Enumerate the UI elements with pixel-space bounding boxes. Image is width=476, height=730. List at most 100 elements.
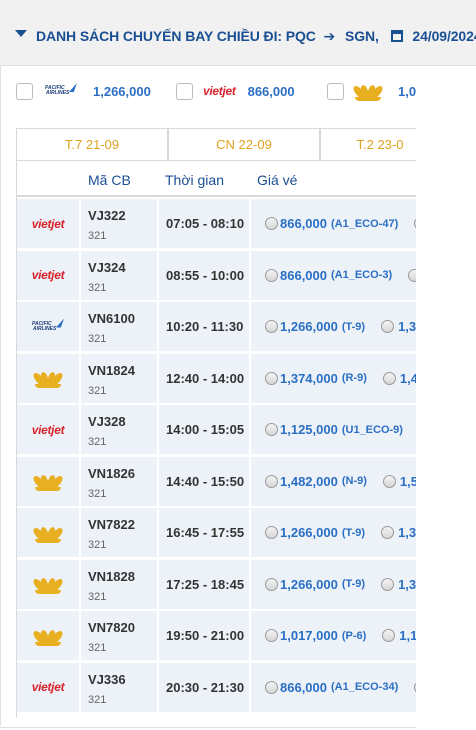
fare-radio[interactable]: [265, 577, 278, 591]
flight-code-cell: VN1824 321: [81, 353, 159, 403]
lotus-base: [35, 538, 61, 543]
vietnam-airlines-lotus-icon: [351, 81, 385, 101]
airline-checkbox[interactable]: [176, 82, 193, 100]
airline-filter-pacific[interactable]: PACIFIC AIRLINES 1,266,000: [16, 80, 151, 102]
flight-code-cell: VJ324 321: [81, 250, 159, 300]
fare-price[interactable]: 1,3: [398, 525, 416, 540]
next-fare-option[interactable]: 1,5: [382, 474, 417, 489]
aircraft-type: 321: [88, 590, 107, 603]
fare-radio[interactable]: [265, 268, 278, 282]
date-tab[interactable]: CN 22-09: [168, 128, 320, 161]
lotus-base: [35, 384, 61, 388]
vietjet-logo-icon: vietjet: [203, 84, 236, 98]
flight-row[interactable]: VN1824 321 12:40 - 14:00 1,374,000 (R-9)…: [17, 353, 417, 405]
fare-radio[interactable]: [382, 371, 396, 385]
flight-code: VJ324: [88, 259, 126, 275]
logo-wing: [69, 83, 77, 92]
fare-radio[interactable]: [382, 474, 396, 488]
fare-radio[interactable]: [381, 526, 395, 539]
fare-class: (T-9): [341, 578, 366, 590]
fare-price[interactable]: 1,3: [398, 577, 416, 592]
flight-row[interactable]: VN7820 321 19:50 - 21:00 1,017,000 (P-6)…: [17, 611, 417, 662]
airline-checkbox[interactable]: [327, 82, 344, 100]
flight-row[interactable]: VN1828 321 17:25 - 18:45 1,266,000 (T-9)…: [17, 559, 417, 611]
flight-list-panel: PACIFIC AIRLINES 1,266,000 vietjet 866,0…: [0, 66, 476, 730]
fare-cell: 1,266,000 (T-9) 1,3: [251, 560, 417, 609]
airline-logo-cell: vietjet: [17, 405, 81, 454]
fare-class: (T-9): [341, 320, 366, 333]
fare-radio[interactable]: [382, 629, 396, 642]
lotus-base: [35, 641, 61, 646]
fare-radio[interactable]: [265, 526, 278, 539]
fare-price[interactable]: 1,374,000: [280, 371, 338, 386]
collapse-caret-icon[interactable]: [15, 30, 27, 37]
fare-price[interactable]: 1,266,000: [280, 577, 338, 592]
flight-row[interactable]: vietjet VJ324 321 08:55 - 10:00 866,000 …: [17, 250, 417, 302]
flights-table: Mã CB Thời gian Giá vé vietjet VJ322 321…: [16, 161, 417, 718]
fare-price[interactable]: 1,5: [400, 474, 417, 489]
fare-price[interactable]: 1,1: [399, 628, 417, 643]
fare-price[interactable]: 1,266,000: [280, 319, 338, 334]
flight-code: VJ322: [88, 208, 126, 223]
fare-class: (T-9): [341, 526, 366, 539]
flight-row[interactable]: vietjet VJ328 321 14:00 - 15:05 1,125,00…: [17, 405, 417, 456]
logo-wing: [56, 318, 64, 328]
airline-lowest-price: 866,000: [247, 83, 295, 99]
next-fare-option[interactable]: 1,4: [382, 371, 417, 386]
fare-radio[interactable]: [381, 577, 395, 591]
fare-price[interactable]: 1,4: [400, 371, 417, 386]
fare-price[interactable]: 1,482,000: [280, 474, 338, 489]
fare-price[interactable]: 866,000: [280, 216, 327, 231]
fare-price[interactable]: 866,000: [280, 680, 327, 695]
flight-list-header[interactable]: DANH SÁCH CHUYẾN BAY CHIỀU ĐI: PQC ➔ SGN…: [0, 0, 476, 66]
fare-cell: 866,000 (A1_ECO-3): [251, 251, 417, 300]
fare-radio[interactable]: [265, 371, 278, 385]
date-tab[interactable]: T.7 21-09: [16, 128, 168, 161]
fare-radio[interactable]: [381, 320, 395, 333]
column-header-price: Giá vé: [257, 172, 298, 188]
airline-filter-vietnam-airlines[interactable]: 1,0: [327, 80, 416, 102]
fare-cell: 1,266,000 (T-9) 1,3: [251, 302, 417, 351]
next-fare-option[interactable]: 1,1: [382, 628, 417, 643]
flight-row[interactable]: vietjet VJ336 321 20:30 - 21:30 866,000 …: [17, 662, 417, 714]
panel-border: [0, 727, 416, 728]
fare-price[interactable]: 1,017,000: [280, 628, 338, 643]
fare-cell: 1,374,000 (R-9) 1,4: [251, 354, 417, 403]
fare-radio[interactable]: [265, 217, 278, 230]
vietjet-logo-icon: vietjet: [31, 268, 65, 282]
fare-price[interactable]: 1,3: [398, 319, 416, 334]
flight-time: 16:45 - 17:55: [159, 508, 251, 557]
aircraft-type: 321: [88, 539, 107, 551]
fare-radio[interactable]: [265, 423, 278, 436]
next-fare-option[interactable]: 1,3: [381, 319, 416, 334]
vietnam-airlines-lotus-icon: [31, 574, 65, 594]
aircraft-type: 321: [88, 333, 107, 345]
destination-code: SGN,: [344, 28, 379, 44]
flight-code: VN7822: [88, 517, 135, 532]
header-title-line: DANH SÁCH CHUYẾN BAY CHIỀU ĐI: PQC ➔ SGN…: [36, 28, 476, 45]
flight-code-cell: VJ336 321: [81, 662, 159, 712]
vietnam-airlines-lotus-icon: [31, 471, 65, 491]
aircraft-type: 321: [88, 230, 107, 242]
flight-row[interactable]: VN1826 321 14:40 - 15:50 1,482,000 (N-9)…: [17, 456, 417, 508]
airline-checkbox[interactable]: [16, 82, 33, 100]
fare-class: (R-9): [341, 372, 367, 384]
logo-text: AIRLINES: [33, 325, 57, 332]
flight-row[interactable]: VN7822 321 16:45 - 17:55 1,266,000 (T-9)…: [17, 508, 417, 559]
next-fare-option[interactable]: 1,3: [381, 525, 416, 540]
flight-row[interactable]: PACIFIC AIRLINES VN6100 321 10:20 - 11:30…: [17, 302, 417, 353]
next-fare-option[interactable]: 1,3: [381, 577, 416, 592]
calendar-icon: [390, 30, 403, 42]
fare-radio[interactable]: [265, 629, 278, 642]
fare-cell: 866,000 (A1_ECO-34): [251, 663, 417, 712]
fare-price[interactable]: 1,266,000: [280, 525, 338, 540]
fare-radio[interactable]: [265, 474, 278, 488]
aircraft-type: 321: [88, 693, 107, 706]
flight-row[interactable]: vietjet VJ322 321 07:05 - 08:10 866,000 …: [17, 199, 417, 250]
fare-price[interactable]: 1,125,000: [280, 422, 338, 437]
fare-radio[interactable]: [265, 680, 278, 694]
fare-class: (P-6): [341, 629, 367, 642]
fare-price[interactable]: 866,000: [280, 268, 327, 283]
fare-radio[interactable]: [265, 320, 278, 333]
airline-filter-vietjet[interactable]: vietjet 866,000: [176, 80, 295, 102]
